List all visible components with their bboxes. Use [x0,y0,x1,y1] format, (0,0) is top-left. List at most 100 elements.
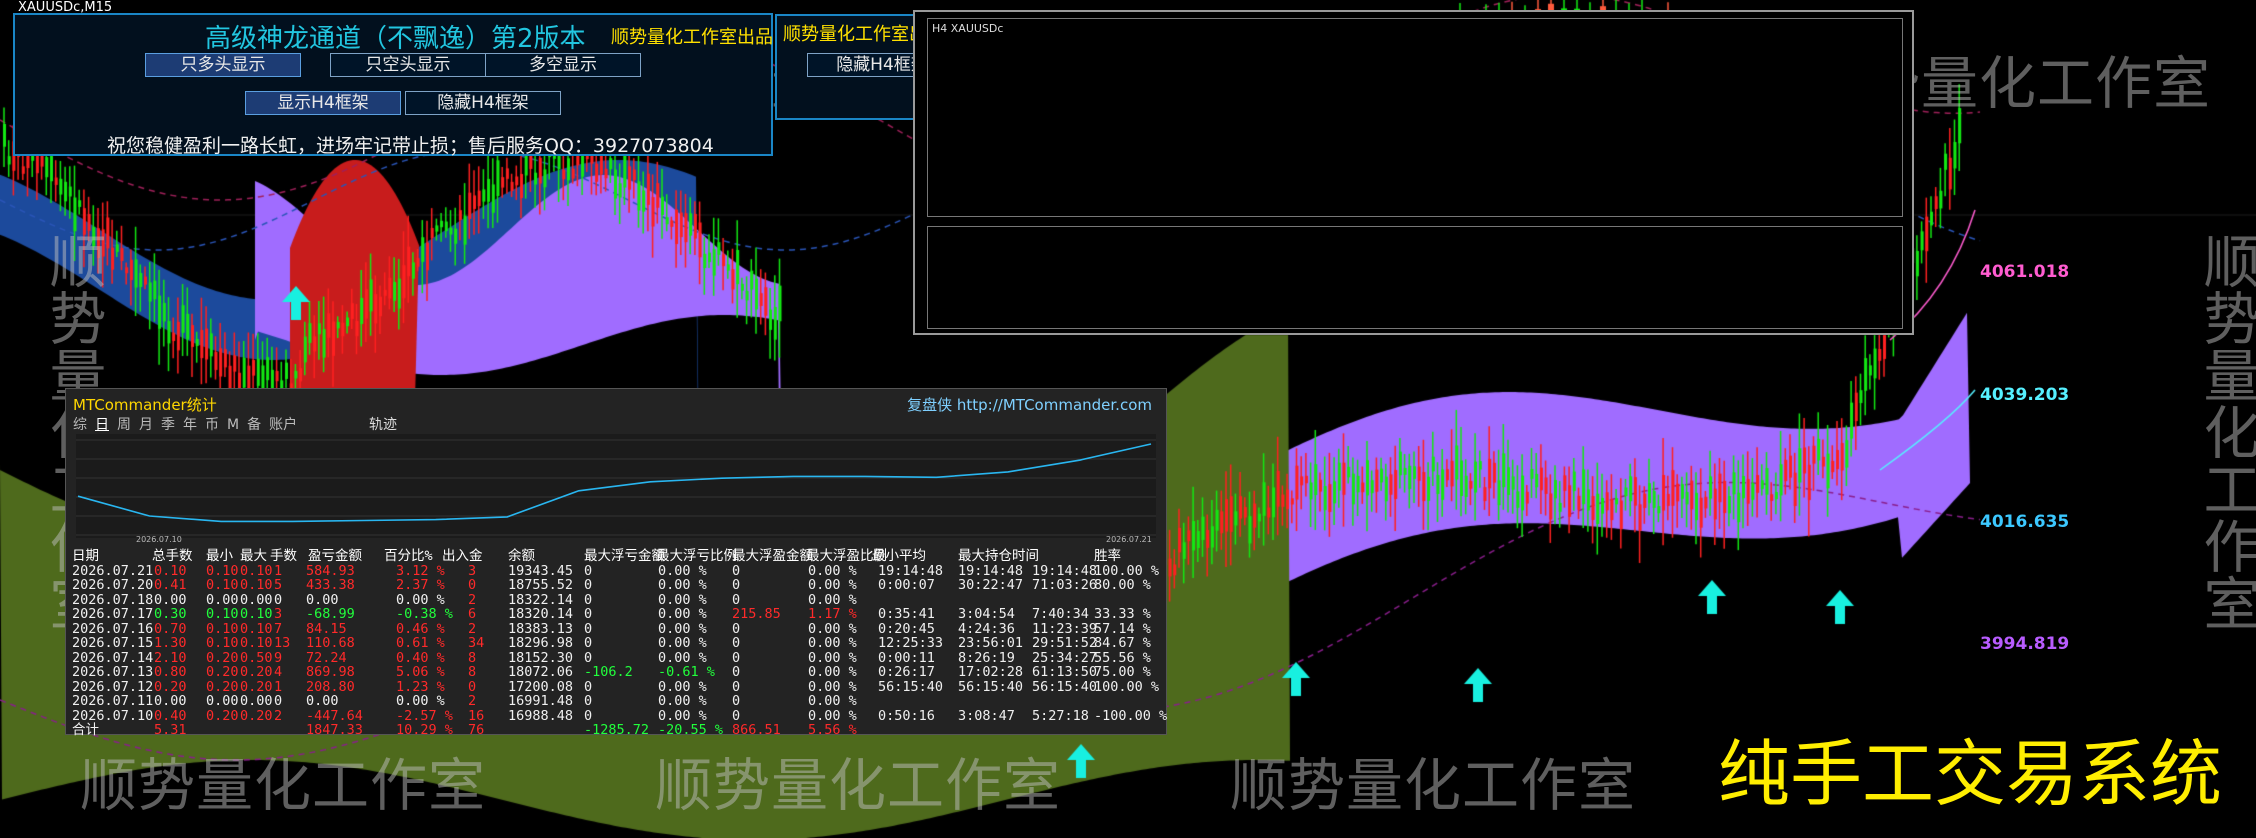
table-total-cell: 合计 [72,722,99,738]
table-cell: 0:50:16 [878,707,935,724]
table-cell: -0.38 % [396,606,453,622]
table-cell: 0.00 % [808,678,857,695]
short-only-button[interactable]: 只空头显示 [330,53,486,77]
table-cell: 1.17 % [808,606,857,622]
table-cell: 0.00 % [658,620,707,637]
table-cell: 75.00 % [1094,664,1151,680]
table-cell: 0 [274,693,283,709]
table-cell: 584.93 [306,562,355,579]
table-cell: 4:24:36 [958,620,1015,637]
table-cell: 0.20 [206,649,239,666]
table-header-cell: 最大浮亏金额 [584,548,665,564]
table-cell: 18296.98 [508,635,574,651]
commander-link[interactable]: 复盘侠 http://MTCommander.com [907,394,1152,415]
table-cell: 18320.14 [508,606,574,622]
watermark: 顺势量化工作室 [1230,753,1636,819]
table-cell: 2026.07.12 [72,678,154,695]
table-header-cell: 最大 [240,548,267,564]
table-cell: 56:15:40 [1032,678,1098,695]
table-cell: 19343.45 [508,562,574,579]
table-cell: 0.00 % [808,649,857,666]
table-cell: 0.00 [306,591,339,608]
table-cell: 0:00:07 [878,577,935,593]
table-cell: 2026.07.11 [72,693,154,709]
table-cell: 0.00 % [658,562,707,579]
table-cell: 0 [584,707,593,724]
control-panel: 高级神龙通道（不飘逸）第2版本 顺势量化工作室出品 只多头显示 只空头显示 多空… [13,13,773,157]
table-cell: 18755.52 [508,577,574,593]
table-cell: 0.40 [154,707,187,724]
table-cell: 0 [732,620,741,637]
table-cell: 0:00:11 [878,649,935,666]
table-cell: 18152.30 [508,649,574,666]
hide-h4-button[interactable]: 隐藏H4框架 [405,91,561,115]
long-short-button[interactable]: 多空显示 [485,53,641,77]
watermark: 顺势量化工作室 [80,753,486,819]
price-level-label: 4016.635 [1980,512,2070,532]
table-cell: 0.20 [240,678,273,695]
table-cell: 2 [468,620,477,637]
table-total-cell: 5.31 [154,722,187,738]
table-header-cell: 出入金 [442,548,483,564]
table-cell: 57.14 % [1094,620,1151,637]
table-cell: 0.10 [240,620,273,637]
table-cell: 0.46 % [396,620,445,637]
table-cell: 0.00 % [658,678,707,695]
table-cell: -447.64 [306,707,363,724]
table-cell: 8 [468,649,477,666]
graph-end-date: 2026.07.21 [1106,535,1152,544]
table-cell: -100.00 % [1094,707,1168,724]
h4-candles-panel [927,18,1903,217]
table-cell: 0.00 % [658,635,707,651]
table-header-cell: 最大浮盈金额 [732,548,813,564]
panel-studio: 顺势量化工作室出品 [611,27,773,48]
table-cell: 0 [732,678,741,695]
table-cell: 0 [468,577,477,593]
table-cell: 100.00 % [1094,678,1160,695]
table-cell: 0.00 [240,693,273,709]
table-header-cell: 最小 [206,548,233,564]
watermark: 顺势量化工作室 [655,753,1061,819]
table-cell: 5.06 % [396,664,445,680]
table-cell: 3 [274,606,283,622]
table-cell: 0.10 [206,577,239,593]
table-cell: 3 [468,562,477,579]
table-cell: 0 [732,649,741,666]
table-cell: 0.20 [206,678,239,695]
table-cell: 0.00 % [658,707,707,724]
table-cell: 0.10 [206,635,239,651]
table-cell: 0.80 [154,664,187,680]
h4-indicator-panel [927,226,1903,329]
table-cell: 3.12 % [396,562,445,579]
table-cell: 17200.08 [508,678,574,695]
show-h4-button[interactable]: 显示H4框架 [245,91,401,115]
table-header-cell: 最大浮亏比例 [656,548,737,564]
table-cell: 110.68 [306,635,355,651]
table-cell: 0.20 [206,707,239,724]
table-cell: 869.98 [306,664,355,680]
table-cell: 0.00 % [658,649,707,666]
table-cell: 0:35:41 [878,606,935,622]
table-cell: 3:08:47 [958,707,1015,724]
table-cell: 2026.07.21 [72,562,154,579]
h4-symbol: H4 XAUUSDc [932,22,1004,35]
table-total-cell: 10.29 % [396,722,453,738]
table-cell: 18072.06 [508,664,574,680]
table-cell: -68.99 [306,606,355,622]
long-only-button[interactable]: 只多头显示 [145,53,301,77]
table-total-cell: -20.55 % [658,722,724,738]
table-cell: 0 [732,707,741,724]
table-cell: 1.30 [154,635,187,651]
table-cell: 2026.07.17 [72,606,154,622]
table-cell: 0.00 % [658,591,707,608]
table-cell: 0 [732,591,741,608]
table-cell: 13 [274,635,291,651]
table-cell: 0 [584,693,593,709]
price-level-label: 4061.018 [1980,262,2070,282]
table-cell: 16988.48 [508,707,574,724]
table-cell: 2.10 [154,649,187,666]
table-cell: 0 [732,635,741,651]
table-header-cell: 盈亏金额 [308,548,362,564]
table-cell: 16 [468,707,485,724]
table-cell: 16991.48 [508,693,574,709]
